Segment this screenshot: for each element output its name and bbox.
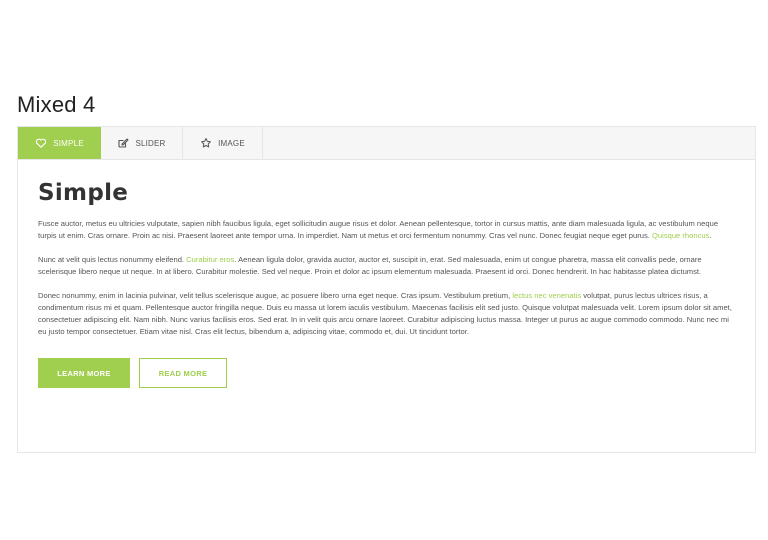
tab-label: SLIDER [135, 138, 166, 148]
tab-simple[interactable]: SIMPLE [18, 127, 101, 159]
tab-label: IMAGE [218, 138, 245, 148]
paragraph-text: Fusce auctor, metus eu ultricies vulputa… [38, 219, 719, 240]
edit-icon [117, 137, 129, 149]
inline-link[interactable]: Curabitur eros [186, 255, 234, 264]
heart-icon [35, 137, 47, 149]
inline-link[interactable]: Quisque rhoncus [652, 231, 709, 240]
read-more-button[interactable]: READ MORE [139, 358, 227, 388]
page: Mixed 4 SIMPLE SLIDER IMAGE Simple Fusce… [0, 0, 768, 540]
paragraph-text: Nunc at velit quis lectus nonummy eleife… [38, 255, 185, 264]
tab-panel-simple: Simple Fusce auctor, metus eu ultricies … [18, 179, 755, 388]
tab-label: SIMPLE [53, 138, 84, 148]
inline-link[interactable]: lectus nec venenatis [512, 291, 581, 300]
paragraph-text: . [709, 231, 712, 240]
paragraph-1: Fusce auctor, metus eu ultricies vulputa… [38, 218, 735, 242]
tab-slider[interactable]: SLIDER [101, 127, 183, 159]
button-group: LEARN MORE READ MORE [38, 358, 735, 388]
section-title: Mixed 4 [17, 92, 96, 117]
star-icon [200, 137, 212, 149]
panel-heading: Simple [38, 180, 129, 206]
paragraph-2: Nunc at velit quis lectus nonummy eleife… [38, 254, 735, 278]
tabs-container: SIMPLE SLIDER IMAGE Simple Fusce auctor,… [17, 126, 756, 453]
tab-bar: SIMPLE SLIDER IMAGE [18, 127, 755, 160]
paragraph-3: Donec nonummy, enim in lacinia pulvinar,… [38, 290, 735, 338]
tab-image[interactable]: IMAGE [183, 127, 263, 159]
learn-more-button[interactable]: LEARN MORE [38, 358, 130, 388]
paragraph-text: Donec nonummy, enim in lacinia pulvinar,… [38, 291, 511, 300]
